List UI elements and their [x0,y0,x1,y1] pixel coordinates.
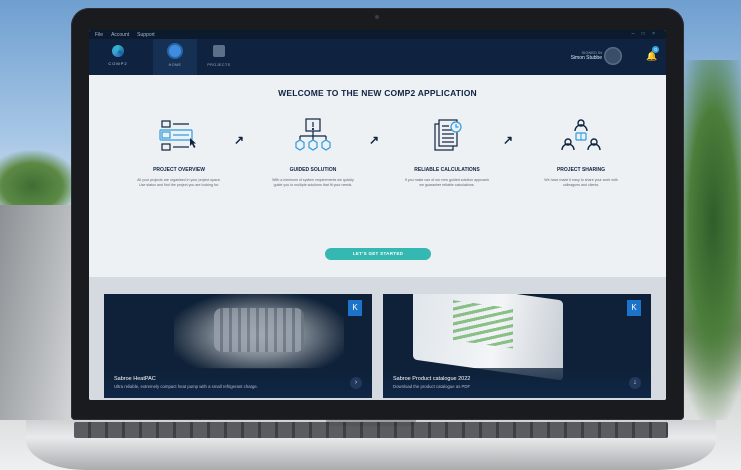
feature-guided-solution: GUIDED SOLUTION With a minimum of system… [263,118,363,188]
tree-left [0,150,80,210]
promo-card-catalogue[interactable]: K Sabroe Product catalogue 2022 Download… [383,294,651,398]
download-icon[interactable]: ↓ [629,377,641,389]
card-subtitle: Ultra reliable, extremely compact heat p… [114,384,259,389]
card-footer: Sabroe Product catalogue 2022 Download t… [383,368,651,398]
menu-support[interactable]: Support [137,32,155,38]
arrow-icon: ↗ [369,133,380,147]
road [0,205,80,420]
card-title: Sabroe HeatPAC [114,376,156,382]
user-name: Simon Stubbe [570,55,602,61]
logo-text: COMP2 [108,61,128,66]
documents-icon [434,119,462,151]
page-title: WELCOME TO THE NEW COMP2 APPLICATION [278,88,477,98]
arrow-icon: ↗ [503,133,514,147]
card-title: Sabroe Product catalogue 2022 [393,376,471,382]
feature-title: PROJECT OVERVIEW [153,167,205,173]
feature-desc: We have made it easy to share your work … [544,178,618,187]
arrow-icon: ↗ [234,133,245,147]
laptop-lid: File Account Support – □ × COMP2 HOME PR… [71,8,684,420]
feature-reliable-calculations: RELIABLE CALCULATIONS If you make use of… [397,118,497,188]
feature-project-overview: PROJECT OVERVIEW All your projects are o… [129,118,229,188]
promo-section: K Sabroe HeatPAC Ultra reliable, extreme… [89,277,666,400]
menu-bar: File Account Support – □ × [89,30,666,39]
nav-projects-label: PROJECTS [207,63,231,67]
brand-logo: K [348,300,362,316]
app-logo[interactable]: COMP2 [103,44,133,72]
folders-icon [159,120,196,151]
app-screen: File Account Support – □ × COMP2 HOME PR… [89,30,666,400]
menu-file[interactable]: File [95,32,103,38]
nav-home[interactable]: HOME [153,39,197,75]
user-info[interactable]: SIGNED IN Simon Stubbe [571,50,602,61]
notification-badge: 0 [652,46,659,53]
get-started-button[interactable]: LET'S GET STARTED [325,248,431,260]
avatar[interactable] [604,47,622,65]
heat-pump-image [174,294,344,369]
nav-home-label: HOME [168,63,182,67]
brand-logo: K [627,300,641,316]
feature-title: RELIABLE CALCULATIONS [414,167,480,173]
window-controls[interactable]: – □ × [632,31,659,37]
projects-icon [213,45,225,57]
share-users-icon [561,119,601,151]
card-subtitle: Download the product catalogue as PDF [393,384,471,389]
menu-account[interactable]: Account [111,32,129,38]
laptop-base [26,420,716,470]
feature-title: GUIDED SOLUTION [289,167,337,173]
decision-tree-icon [295,118,331,151]
chevron-right-icon[interactable]: › [350,377,362,389]
feature-title: PROJECT SHARING [556,167,606,173]
card-footer: Sabroe HeatPAC Ultra reliable, extremely… [104,368,372,398]
feature-desc: All your projects are organised in your … [137,178,221,187]
webcam [375,15,379,19]
feature-desc: With a minimum of system requirements we… [272,178,354,187]
feature-project-sharing: PROJECT SHARING We have made it easy to … [531,118,631,188]
feature-desc: If you make use of our new guided soluti… [404,178,490,187]
keyboard [74,422,668,438]
home-icon [169,45,181,57]
app-header: COMP2 HOME PROJECTS SIGNED IN Simon Stub… [89,39,666,75]
promo-card-heatpac[interactable]: K Sabroe HeatPAC Ultra reliable, extreme… [104,294,372,398]
logo-icon [112,45,124,57]
nav-projects[interactable]: PROJECTS [197,39,241,75]
